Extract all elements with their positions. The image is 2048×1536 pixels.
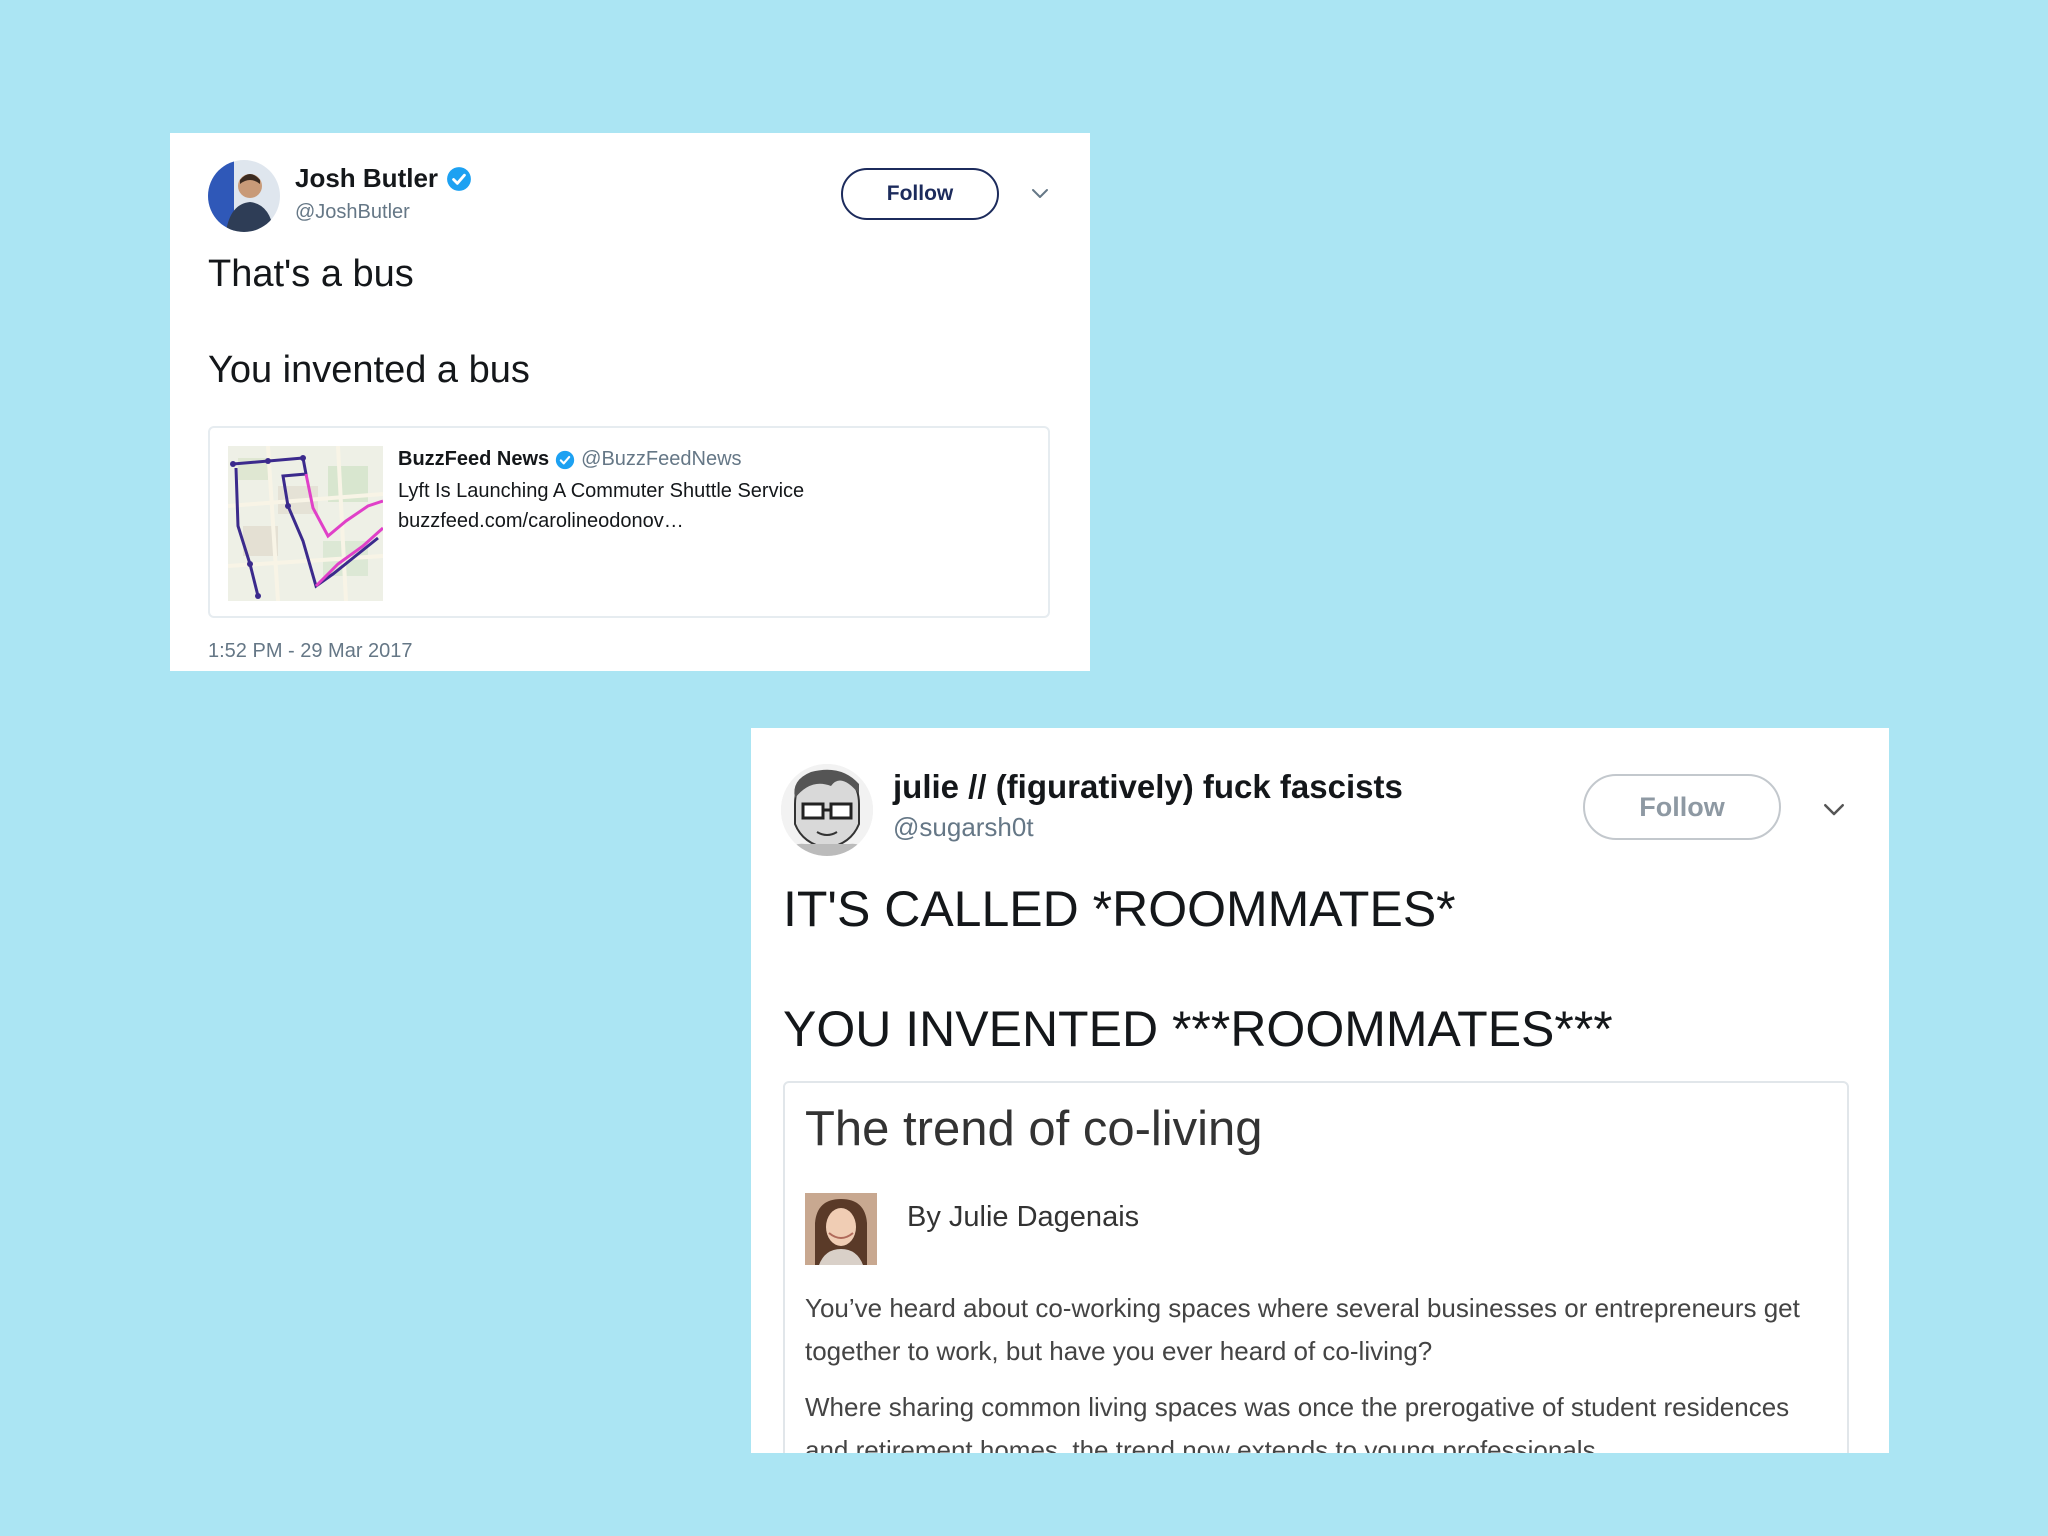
tweet-text-line-2: You invented a bus xyxy=(208,349,530,391)
chevron-down-icon[interactable] xyxy=(1819,794,1849,824)
tweet-text-line-1: That's a bus xyxy=(208,253,414,295)
author-photo-icon xyxy=(805,1193,877,1265)
quoted-tweet-card[interactable]: BuzzFeed News @BuzzFeedNews Lyft Is Laun… xyxy=(208,426,1050,618)
byline-author: Julie Dagenais xyxy=(948,1201,1140,1233)
route-map-thumbnail xyxy=(228,446,383,601)
author-avatar[interactable] xyxy=(781,764,873,856)
verified-badge-icon xyxy=(447,166,471,191)
user-photo-avatar-icon xyxy=(208,160,280,232)
article-paragraph-2: Where sharing common living spaces was o… xyxy=(805,1392,1790,1453)
author-name-row: Josh Butler xyxy=(295,163,472,194)
article-title: The trend of co-living xyxy=(805,1102,1263,1156)
map-route-icon xyxy=(228,446,383,601)
author-avatar[interactable] xyxy=(208,160,280,232)
chevron-down-icon[interactable] xyxy=(1028,181,1052,205)
tweet-text-line-2: YOU INVENTED ***ROOMMATES*** xyxy=(783,1001,1613,1057)
tweet-timestamp[interactable]: 1:52 PM - 29 Mar 2017 xyxy=(208,640,413,663)
quoted-link-title: Lyft Is Launching A Commuter Shuttle Ser… xyxy=(398,480,805,502)
tweet-card-josh-butler: Josh Butler @JoshButler Follow That's a … xyxy=(170,133,1090,671)
author-handle[interactable]: @sugarsh0t xyxy=(893,812,1034,843)
article-paragraph-1: You’ve heard about co-working spaces whe… xyxy=(805,1293,1800,1366)
quoted-author-row: BuzzFeed News @BuzzFeedNews xyxy=(398,448,742,471)
quoted-author-handle: @BuzzFeedNews xyxy=(581,448,742,470)
tweet-card-julie: julie // (figuratively) fuck fascists @s… xyxy=(751,728,1889,1453)
author-name[interactable]: Josh Butler xyxy=(295,163,438,194)
author-photo xyxy=(805,1193,877,1265)
tweet-text-line-1: IT'S CALLED *ROOMMATES* xyxy=(783,881,1456,937)
author-name[interactable]: julie // (figuratively) fuck fascists xyxy=(893,768,1403,806)
follow-button[interactable]: Follow xyxy=(1583,774,1781,840)
quoted-link-url[interactable]: buzzfeed.com/carolineodonov… xyxy=(398,510,684,533)
byline-prefix: By xyxy=(907,1201,941,1233)
cartoon-avatar-icon xyxy=(781,764,873,856)
article-screenshot: The trend of co-living By Julie Dagenais… xyxy=(783,1081,1849,1453)
quoted-author-name: BuzzFeed News xyxy=(398,448,550,470)
verified-badge-icon xyxy=(555,450,575,469)
article-byline: By Julie Dagenais xyxy=(907,1201,1139,1234)
author-handle[interactable]: @JoshButler xyxy=(295,201,410,224)
follow-button[interactable]: Follow xyxy=(841,168,999,220)
